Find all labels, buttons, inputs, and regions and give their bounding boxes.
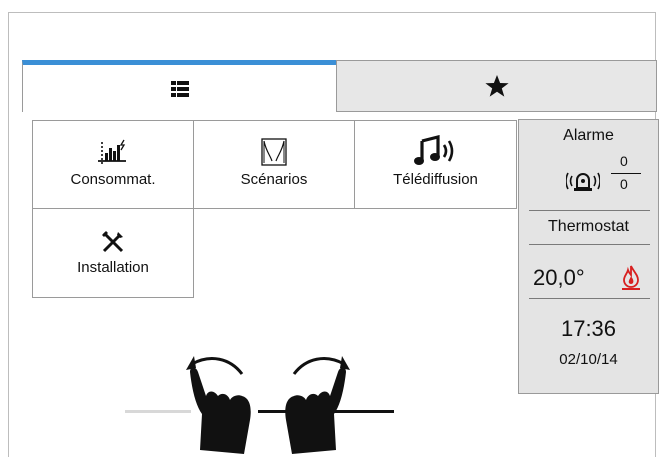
music-note-icon xyxy=(413,121,458,171)
consumption-chart-icon xyxy=(98,121,128,171)
tile-scenarios-label: Scénarios xyxy=(240,171,308,188)
swipe-left-hand-icon xyxy=(180,350,260,462)
panel-divider xyxy=(529,244,650,245)
curtain-icon xyxy=(260,121,288,171)
tile-consommation[interactable]: Consommat. xyxy=(32,120,194,209)
alarm-title: Alarme xyxy=(563,127,614,144)
heating-flame-icon xyxy=(619,263,643,296)
status-panel[interactable]: Alarme 0 0 Thermostat 20,0° 17:36 02/10/… xyxy=(518,119,659,394)
thermostat-title: Thermostat xyxy=(548,218,629,235)
alarm-total-count: 0 xyxy=(620,176,628,192)
star-icon xyxy=(484,75,509,97)
tile-telediffusion-label: Télédiffusion xyxy=(393,171,478,188)
grid-icon xyxy=(170,80,189,97)
alarm-siren-icon xyxy=(565,168,601,197)
tile-installation-label: Installation xyxy=(77,259,149,276)
clock-date: 02/10/14 xyxy=(559,351,618,368)
tab-favorites[interactable] xyxy=(336,60,657,112)
panel-divider xyxy=(529,210,650,211)
alarm-fraction-bar xyxy=(611,173,641,174)
panel-divider xyxy=(529,298,650,299)
swipe-right-hand-icon xyxy=(276,350,356,462)
clock-time: 17:36 xyxy=(560,316,617,341)
tools-icon xyxy=(100,209,126,259)
temperature-value: 20,0° xyxy=(533,265,585,290)
alarm-active-count: 0 xyxy=(620,153,628,169)
tile-scenarios[interactable]: Scénarios xyxy=(193,120,355,209)
tile-installation[interactable]: Installation xyxy=(32,208,194,298)
tile-telediffusion[interactable]: Télédiffusion xyxy=(354,120,517,209)
tab-home[interactable] xyxy=(22,60,336,112)
tile-consommation-label: Consommat. xyxy=(70,171,156,188)
